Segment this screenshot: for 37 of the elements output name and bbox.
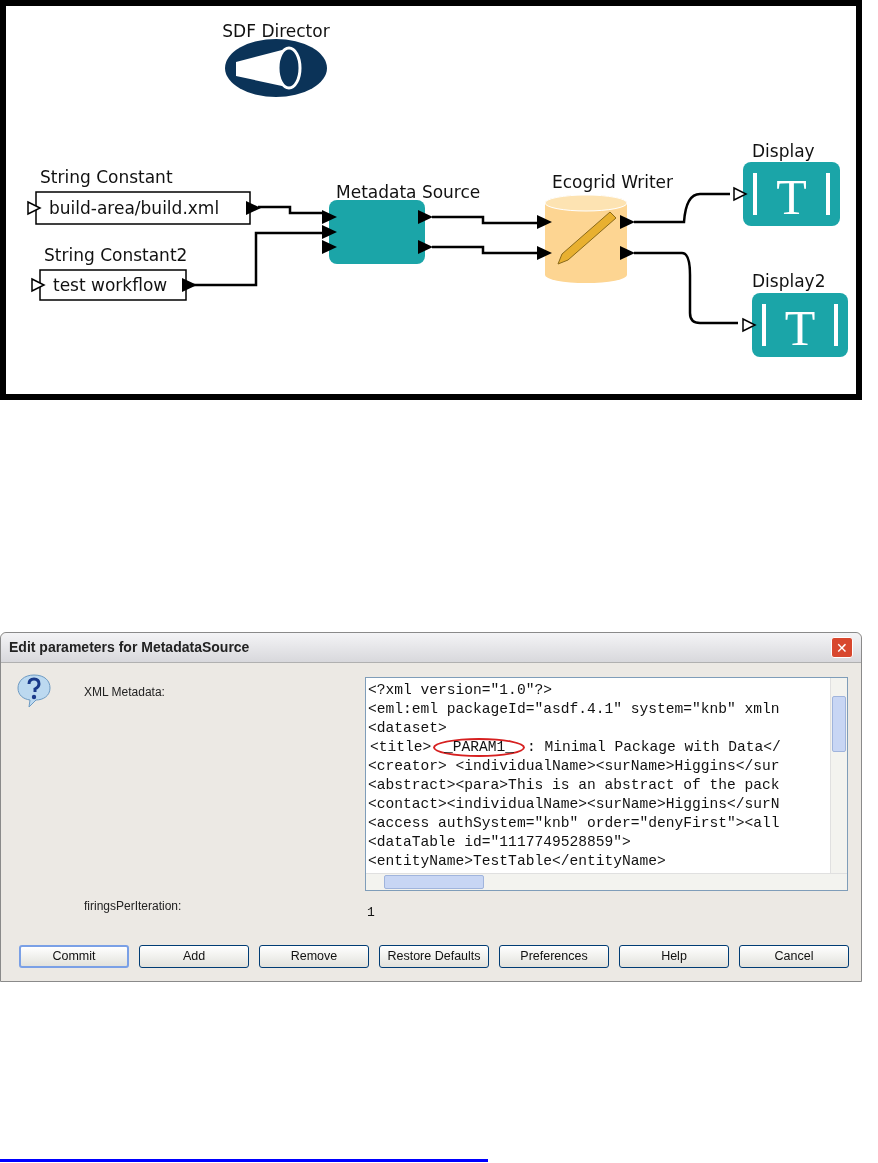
dialog-button[interactable]: Remove (259, 945, 369, 968)
code-line: <contact><individualName><surName>Higgins</surN (368, 795, 781, 814)
help-bubble-icon (17, 673, 51, 709)
actor-label: Display (752, 141, 815, 161)
parameter-value: 1 (367, 904, 375, 922)
code-line: <entityName>TestTable</entityName> (368, 852, 667, 871)
code-line: <title> _PARAM1_ : Minimal Package with Data</ (369, 738, 782, 757)
dialog-button[interactable]: Cancel (739, 945, 849, 968)
horizontal-scrollbar[interactable] (366, 873, 847, 890)
window-title: Edit parameters for MetadataSource (9, 638, 250, 657)
code-line: <eml:eml packageId="asdf.4.1" system="knb" xmln (368, 700, 781, 719)
code-line: <abstract><para>This is an abstract of the pack (368, 776, 781, 795)
metadata-source-node[interactable] (322, 200, 433, 264)
code-line: <access authSystem="knb" order="denyFirst"><all (368, 814, 781, 833)
code-line: <creator> <individualName><surName>Higgins</sur (368, 757, 781, 776)
actor-label: Metadata Source (336, 182, 481, 202)
code-line: <?xml version="1.0"?> (368, 681, 553, 700)
close-button[interactable]: ✕ (831, 637, 853, 658)
pencil-cylinder-node[interactable] (537, 194, 635, 283)
actor-label: SDF Director (222, 21, 330, 41)
actor-label: Ecogrid Writer (552, 172, 674, 192)
actor-label: Display2 (752, 271, 826, 291)
code-line: <dataset> (368, 719, 448, 738)
actor-label: String Constant (40, 167, 173, 187)
dialog-button[interactable]: Help (619, 945, 729, 968)
dialog-button[interactable]: Commit (19, 945, 129, 968)
parameter-label: XML Metadata: (84, 684, 165, 701)
dialog-button[interactable]: Add (139, 945, 249, 968)
parameter-label: firingsPerIteration: (84, 898, 182, 915)
vertical-scrollbar[interactable] (830, 678, 847, 873)
dialog-button[interactable]: Restore Defaults (379, 945, 489, 968)
xml-text-area[interactable] (365, 677, 848, 891)
code-line: <dataTable id="1117749528859"> (368, 833, 632, 852)
dialog-button[interactable]: Preferences (499, 945, 609, 968)
connector-line (258, 205, 322, 215)
actor-label: String Constant2 (44, 245, 188, 265)
megaphone-icon[interactable] (225, 39, 327, 97)
